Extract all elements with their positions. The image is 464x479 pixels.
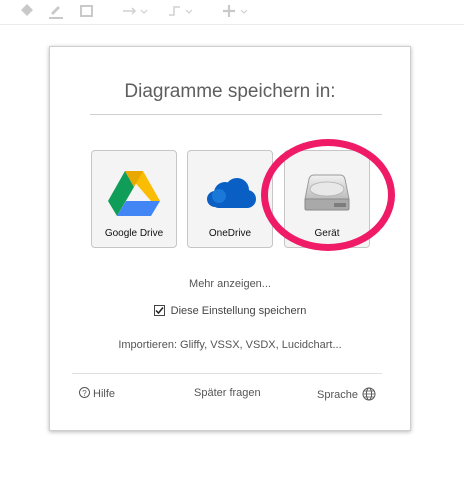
waypoint-dropdown-icon[interactable] [166,2,196,20]
ask-later-button[interactable]: Später fragen [194,387,261,399]
help-icon: ? [79,387,90,398]
google-drive-option[interactable]: Google Drive [91,150,177,248]
google-drive-label: Google Drive [104,228,164,239]
save-location-dialog: Diagramme speichern in: Google Drive One… [49,46,411,431]
import-link[interactable]: Importieren: Gliffy, VSSX, VSDX, Lucidch… [50,339,410,351]
toolbar [0,0,464,25]
footer-divider [72,373,382,374]
fill-bucket-icon[interactable] [18,2,36,20]
shadow-square-icon[interactable] [78,2,96,20]
show-more-link[interactable]: Mehr anzeigen... [50,278,410,290]
title-divider [90,114,382,115]
hard-drive-icon [296,163,358,219]
onedrive-label: OneDrive [208,228,252,239]
google-drive-icon [103,163,165,219]
dialog-title: Diagramme speichern in: [124,81,336,102]
language-label: Sprache [317,389,358,401]
device-option[interactable]: Gerät [284,150,370,248]
checkmark-icon [155,307,164,315]
remember-setting-checkbox[interactable] [153,305,165,316]
remember-setting-row: Diese Einstellung speichern [50,305,410,317]
remember-setting-label[interactable]: Diese Einstellung speichern [171,305,307,317]
onedrive-icon [199,163,261,219]
onedrive-option[interactable]: OneDrive [187,150,273,248]
plus-dropdown-icon[interactable] [221,2,251,20]
pencil-line-icon[interactable] [47,2,65,20]
arrow-right-dropdown-icon[interactable] [121,2,151,20]
language-button[interactable]: Sprache [317,387,376,404]
help-label: Hilfe [93,388,116,400]
globe-icon [362,387,376,404]
ask-later-label: Später fragen [194,387,261,399]
device-label: Gerät [314,228,340,239]
help-button[interactable]: ? Hilfe [79,387,115,400]
